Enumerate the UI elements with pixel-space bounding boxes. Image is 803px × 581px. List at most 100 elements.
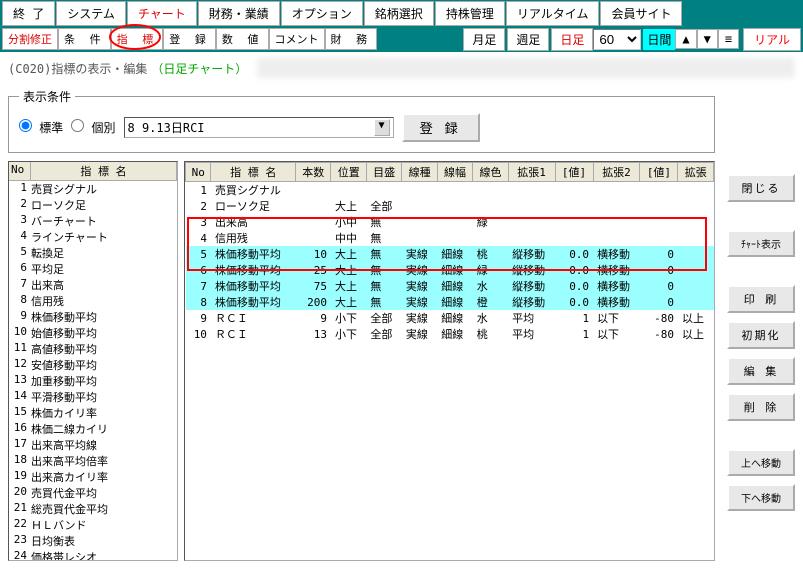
edit-button[interactable]: 編 集 <box>727 357 795 385</box>
table-row[interactable]: 3出来高小中無緑 <box>186 214 714 230</box>
list-item[interactable]: 18出来高平均倍率 <box>9 453 177 469</box>
list-item[interactable]: 13加重移動平均 <box>9 373 177 389</box>
main-content: No 指 標 名 1売買シグナル2ローソク足3バーチャート4ラインチャート5転換… <box>8 161 715 561</box>
list-item[interactable]: 4ラインチャート <box>9 229 177 245</box>
weekly-button[interactable]: 週足 <box>507 28 549 51</box>
list-item[interactable]: 22ＨＬバンド <box>9 517 177 533</box>
bars-count-select[interactable]: 60 <box>593 29 641 50</box>
table-header-cell[interactable]: 指 標 名 <box>211 163 296 182</box>
list-item[interactable]: 8信用残 <box>9 293 177 309</box>
individual-radio[interactable] <box>71 119 84 132</box>
table-header-cell[interactable]: 線幅 <box>437 163 472 182</box>
list-item[interactable]: 14平滑移動平均 <box>9 389 177 405</box>
list-item[interactable]: 9株価移動平均 <box>9 309 177 325</box>
realtime-button[interactable]: リアル <box>743 28 801 51</box>
indicator-button[interactable]: 指 標 <box>111 28 164 50</box>
left-list-header: No 指 標 名 <box>9 162 177 181</box>
tab-finance[interactable]: 財務・業績 <box>198 1 280 26</box>
monthly-button[interactable]: 月足 <box>463 28 505 51</box>
subtitle-code: (C020)指標の表示・編集 <box>8 60 147 77</box>
list-item[interactable]: 7出来高 <box>9 277 177 293</box>
condition-button[interactable]: 条 件 <box>58 28 111 50</box>
side-button-column: 閉じる ﾁｬｰﾄ表示 印 刷 初期化 編 集 削 除 上へ移動 下へ移動 <box>727 174 795 569</box>
list-item[interactable]: 10始値移動平均 <box>9 325 177 341</box>
list-item[interactable]: 21総売買代金平均 <box>9 501 177 517</box>
list-item[interactable]: 17出来高平均線 <box>9 437 177 453</box>
table-row[interactable]: 8株価移動平均200大上無実線細線橙縦移動0.0横移動0 <box>186 294 714 310</box>
table-header-cell[interactable]: 目盛 <box>366 163 401 182</box>
table-header-cell[interactable]: 本数 <box>296 163 331 182</box>
list-item[interactable]: 11高値移動平均 <box>9 341 177 357</box>
table-row[interactable]: 9ＲＣＩ9小下全部実線細線水平均1以下-80以上 <box>186 310 714 326</box>
left-col-name: 指 標 名 <box>31 162 177 180</box>
list-item[interactable]: 20売買代金平均 <box>9 485 177 501</box>
list-item[interactable]: 19出来高カイリ率 <box>9 469 177 485</box>
split-adjust-button[interactable]: 分割修正 <box>2 28 58 50</box>
standard-radio[interactable] <box>19 119 32 132</box>
tab-select[interactable]: 銘柄選択 <box>364 1 434 26</box>
list-item[interactable]: 16株価二線カイリ <box>9 421 177 437</box>
table-row[interactable]: 1売買シグナル <box>186 182 714 199</box>
subtitle-note: （日足チャート） <box>151 60 247 77</box>
sub-toolbar: 分割修正 条 件 指 標 登 録 数 値 コメント 財 務 月足 週足 日足 6… <box>0 26 803 52</box>
table-header-cell[interactable]: 線種 <box>402 163 437 182</box>
table-row[interactable]: 6株価移動平均25大上無実線細線緑縦移動0.0横移動0 <box>186 262 714 278</box>
table-header-cell[interactable]: [値] <box>555 163 593 182</box>
table-row[interactable]: 4信用残中中無 <box>186 230 714 246</box>
tab-realtime[interactable]: リアルタイム <box>506 1 600 26</box>
left-col-no: No <box>9 162 31 180</box>
list-item[interactable]: 3バーチャート <box>9 213 177 229</box>
table-row[interactable]: 5株価移動平均10大上無実線細線桃縦移動0.0横移動0 <box>186 246 714 262</box>
list-item[interactable]: 15株価カイリ率 <box>9 405 177 421</box>
list-item[interactable]: 23日均衡表 <box>9 533 177 549</box>
indicator-combo[interactable]: 8 9.13日RCI ▼ <box>124 117 394 138</box>
register-condition-button[interactable]: 登 録 <box>402 113 480 142</box>
list-item[interactable]: 12安値移動平均 <box>9 357 177 373</box>
register-button[interactable]: 登 録 <box>163 28 216 50</box>
tab-chart[interactable]: チャート <box>127 1 197 26</box>
table-header-cell[interactable]: No <box>186 163 211 182</box>
table-header-cell[interactable]: 位置 <box>331 163 366 182</box>
numeric-button[interactable]: 数 値 <box>216 28 269 50</box>
indicator-master-list[interactable]: No 指 標 名 1売買シグナル2ローソク足3バーチャート4ラインチャート5転換… <box>8 161 178 561</box>
comment-button[interactable]: コメント <box>269 28 325 50</box>
table-header-cell[interactable]: [値] <box>640 163 678 182</box>
combo-value: 8 9.13日RCI <box>128 119 205 136</box>
chevron-down-icon[interactable]: ▼ <box>374 119 390 136</box>
up-arrow-button[interactable]: ▲ <box>675 29 696 49</box>
tab-option[interactable]: オプション <box>281 1 363 26</box>
tab-member[interactable]: 会員サイト <box>600 1 682 26</box>
tab-exit[interactable]: 終 了 <box>2 1 55 26</box>
move-down-button[interactable]: 下へ移動 <box>727 484 795 511</box>
move-up-button[interactable]: 上へ移動 <box>727 449 795 476</box>
menu-icon-button[interactable]: ≡ <box>718 29 739 49</box>
daily-button[interactable]: 日足 <box>551 28 593 51</box>
chart-show-button[interactable]: ﾁｬｰﾄ表示 <box>727 230 795 257</box>
list-item[interactable]: 1売買シグナル <box>9 181 177 197</box>
delete-button[interactable]: 削 除 <box>727 393 795 421</box>
individual-radio-label[interactable]: 個別 <box>71 119 115 136</box>
list-item[interactable]: 6平均足 <box>9 261 177 277</box>
close-button[interactable]: 閉じる <box>727 174 795 202</box>
table-row[interactable]: 10ＲＣＩ13小下全部実線細線桃平均1以下-80以上 <box>186 326 714 342</box>
standard-radio-label[interactable]: 標準 <box>19 119 63 136</box>
blurred-context <box>257 58 795 78</box>
tab-system[interactable]: システム <box>56 1 126 26</box>
list-item[interactable]: 24価格帯レシオ <box>9 549 177 561</box>
indicator-detail-table[interactable]: No指 標 名本数位置目盛線種線幅線色拡張1[値]拡張2[値]拡張 1売買シグナ… <box>184 161 715 561</box>
table-header-cell[interactable]: 線色 <box>473 163 508 182</box>
table-header-row: No指 標 名本数位置目盛線種線幅線色拡張1[値]拡張2[値]拡張 <box>186 163 714 182</box>
list-item[interactable]: 2ローソク足 <box>9 197 177 213</box>
display-condition-legend: 表示条件 <box>19 88 75 105</box>
list-item[interactable]: 5転換足 <box>9 245 177 261</box>
print-button[interactable]: 印 刷 <box>727 285 795 313</box>
table-row[interactable]: 7株価移動平均75大上無実線細線水縦移動0.0横移動0 <box>186 278 714 294</box>
table-header-cell[interactable]: 拡張2 <box>593 163 640 182</box>
initialize-button[interactable]: 初期化 <box>727 321 795 349</box>
table-header-cell[interactable]: 拡張 <box>678 163 714 182</box>
table-row[interactable]: 2ローソク足大上全部 <box>186 198 714 214</box>
table-header-cell[interactable]: 拡張1 <box>508 163 555 182</box>
down-arrow-button[interactable]: ▼ <box>697 29 718 49</box>
tab-hold[interactable]: 持株管理 <box>435 1 505 26</box>
finance-button[interactable]: 財 務 <box>325 28 378 50</box>
